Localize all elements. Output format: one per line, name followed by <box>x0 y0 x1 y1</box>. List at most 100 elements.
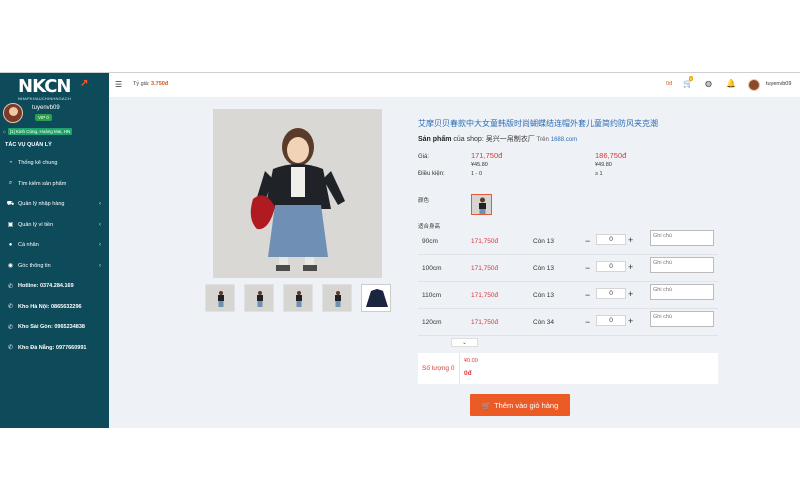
increase-button[interactable]: + <box>628 235 633 245</box>
vip-label: VIP 0 <box>38 115 49 120</box>
sidebar-item-label: Kho Sài Gòn: 0965234838 <box>18 324 85 331</box>
tier2-condition: ≥ 1 <box>595 171 603 177</box>
add-to-cart-button[interactable]: 🛒 Thêm vào giỏ hàng <box>470 394 570 416</box>
thumbnail-strip <box>205 284 391 312</box>
summary-quantity: Số lượng 0 <box>422 365 455 372</box>
size-price: 171,750đ <box>471 265 499 272</box>
thumbnail[interactable] <box>244 284 274 312</box>
phone-icon: ✆ <box>7 324 14 331</box>
note-field[interactable]: Ghi chú <box>650 311 714 327</box>
chevron-left-icon: ‹ <box>99 262 101 269</box>
rate-label: Tỷ giá: <box>133 81 150 87</box>
topbar-username[interactable]: tuyenvb09 <box>766 81 791 87</box>
decrease-button[interactable]: − <box>585 317 590 327</box>
tier2-price: 186,750đ <box>595 151 627 160</box>
thumbnail-jacket[interactable] <box>361 284 391 312</box>
tier1-cny: ¥45.80 <box>471 162 488 168</box>
thumbnail[interactable] <box>283 284 313 312</box>
show-more-button[interactable]: ⌄ <box>451 338 478 347</box>
quantity-input[interactable]: 0 <box>596 315 626 326</box>
note-field[interactable]: Ghi chú <box>650 230 714 246</box>
quantity-input[interactable]: 0 <box>596 261 626 272</box>
vip-badge: VIP 0 <box>35 114 52 121</box>
shop-name[interactable]: 吴兴一帛制衣厂 <box>486 136 535 143</box>
add-to-cart-label: Thêm vào giỏ hàng <box>494 400 559 410</box>
platform-prefix: Trên <box>536 137 549 143</box>
size-stock: Còn 13 <box>533 292 554 299</box>
cart-icon: 🛒 <box>481 400 492 410</box>
platform-link[interactable]: 1688.com <box>551 137 577 143</box>
tier1-price: 171,750đ <box>471 151 503 160</box>
summary-divider <box>459 353 460 384</box>
size-stock: Còn 13 <box>533 238 554 245</box>
balance[interactable]: 0đ <box>666 81 672 87</box>
sidebar-menu: ◔ Thống kê chung ⌕ Tìm kiếm sản phẩm ⛟ Q… <box>0 153 109 358</box>
summary-cny: ¥0.00 <box>464 358 478 364</box>
sidebar-item-nhap-hang[interactable]: ⛟ Quản lý nhập hàng ‹ <box>0 194 109 215</box>
size-row: 120cm 171,750đ Còn 34 − 0 + Ghi chú <box>418 309 718 336</box>
thumbnail[interactable] <box>205 284 235 312</box>
phone-icon: ✆ <box>7 345 14 352</box>
size-stock: Còn 34 <box>533 319 554 326</box>
exchange-rate: Tỷ giá: 3.750đ <box>133 81 168 87</box>
size-price: 171,750đ <box>471 319 499 326</box>
tier1-condition: 1 - 0 <box>471 171 483 177</box>
note-field[interactable]: Ghi chú <box>650 284 714 300</box>
thumbnail-figure <box>257 291 263 307</box>
cart-icon: ⛟ <box>6 201 15 208</box>
increase-button[interactable]: + <box>628 316 633 326</box>
increase-button[interactable]: + <box>628 262 633 272</box>
increase-button[interactable]: + <box>628 289 633 299</box>
decrease-button[interactable]: − <box>585 263 590 273</box>
size-table: 90cm 171,750đ Còn 13 − 0 + Ghi chú 100cm… <box>418 228 718 336</box>
chevron-down-icon: ⌄ <box>461 340 468 346</box>
logo-subtitle: NHAPKHAUCHINHNGACH <box>18 96 71 101</box>
avatar[interactable] <box>3 103 23 123</box>
app-window: NKCN ↗ NHAPKHAUCHINHNGACH tuyenvb09 VIP … <box>0 72 800 428</box>
product-main-image[interactable] <box>213 109 382 278</box>
quantity-input[interactable]: 0 <box>596 288 626 299</box>
sidebar-username: tuyenvb09 <box>32 105 60 111</box>
product-title[interactable]: 艾摩贝贝春款中大女童韩版时尚蝴蝶结连帽外套儿童简约防风夹克潮 <box>418 118 748 129</box>
sidebar-item-label: Cá nhân <box>18 242 39 249</box>
user-avatar[interactable] <box>748 79 760 91</box>
size-price: 171,750đ <box>471 292 499 299</box>
size-value: 100cm <box>422 265 442 272</box>
thumbnail[interactable] <box>322 284 352 312</box>
location: ⌂ [1] Kinh Cùng, Hoàng Mai, HN <box>3 128 73 135</box>
home-icon: ⌂ <box>3 129 6 134</box>
wallet-icon: ▣ <box>7 222 14 229</box>
sidebar-item-ca-nhan[interactable]: ● Cá nhân ‹ <box>0 235 109 256</box>
sidebar-item-kho-ha-noi[interactable]: ✆ Kho Hà Nội: 0865632296 <box>0 297 109 318</box>
sidebar-item-label: Tìm kiếm sản phẩm <box>18 180 67 187</box>
note-field[interactable]: Ghi chú <box>650 257 714 273</box>
sidebar-item-kho-da-nang[interactable]: ✆ Kho Đà Nẵng: 0977660991 <box>0 338 109 359</box>
condition-label: Điều kiện: <box>418 171 445 177</box>
chevron-left-icon: ‹ <box>99 221 101 228</box>
phone-icon: ✆ <box>7 283 14 290</box>
jacket-figure <box>366 289 388 307</box>
size-stock: Còn 13 <box>533 265 554 272</box>
sidebar-item-thong-ke[interactable]: ◔ Thống kê chung <box>0 153 109 174</box>
sidebar-item-hotline[interactable]: ✆ Hotline: 0374.284.169 <box>0 276 109 297</box>
sidebar-item-label: Kho Hà Nội: 0865632296 <box>18 303 82 310</box>
sidebar-item-goc-thong-tin[interactable]: ◉ Góc thông tin ‹ <box>0 256 109 277</box>
color-option-figure <box>479 197 486 214</box>
sidebar-item-tim-kiem[interactable]: ⌕ Tìm kiếm sản phẩm <box>0 174 109 195</box>
size-row: 110cm 171,750đ Còn 13 − 0 + Ghi chú <box>418 282 718 309</box>
size-price: 171,750đ <box>471 238 499 245</box>
size-value: 90cm <box>422 238 438 245</box>
decrease-button[interactable]: − <box>585 290 590 300</box>
decrease-button[interactable]: − <box>585 236 590 246</box>
sidebar-item-vi-tien[interactable]: ▣ Quản lý ví tiền ‹ <box>0 215 109 236</box>
color-option[interactable] <box>471 194 492 215</box>
shop-of: của shop: <box>453 136 484 143</box>
globe-icon[interactable]: ◍ <box>705 79 712 88</box>
dashboard-icon: ◔ <box>8 160 13 167</box>
product-detail: 艾摩贝贝春款中大女童韩版时尚蝴蝶结连帽外套儿童简约防风夹克潮 Sản phẩm … <box>109 98 800 428</box>
sidebar-item-kho-sai-gon[interactable]: ✆ Kho Sài Gòn: 0965234838 <box>0 317 109 338</box>
quantity-input[interactable]: 0 <box>596 234 626 245</box>
bell-icon[interactable]: 🔔 <box>726 79 736 88</box>
hamburger-icon[interactable]: ☰ <box>115 80 122 89</box>
product-photo <box>213 109 382 278</box>
